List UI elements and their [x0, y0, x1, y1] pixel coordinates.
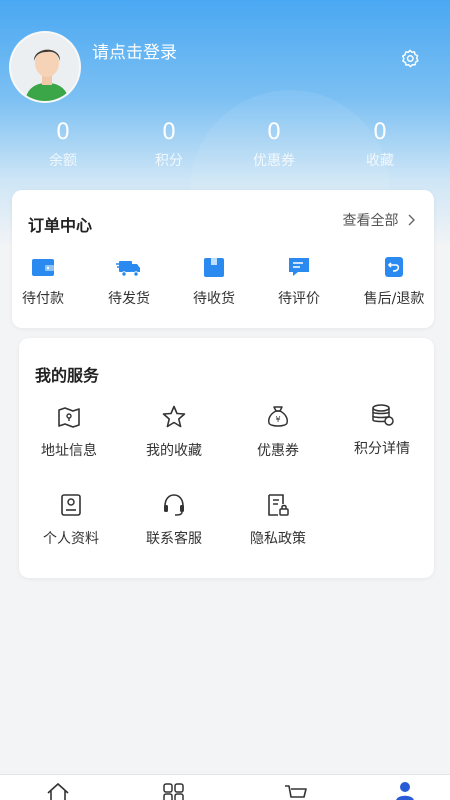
avatar[interactable]: [9, 31, 81, 103]
service-label: 地址信息: [41, 443, 97, 459]
box-icon: [204, 258, 224, 277]
order-pending-review[interactable]: 待评价: [259, 254, 339, 308]
service-label: 优惠券: [257, 443, 299, 459]
view-all-orders-link[interactable]: 查看全部: [343, 210, 416, 230]
order-item-label: 待评价: [278, 291, 320, 307]
stat-value: 0: [56, 120, 70, 145]
service-coupons[interactable]: ¥ 优惠券: [230, 404, 326, 460]
bottom-tab-bar: [0, 774, 450, 800]
order-item-label: 待发货: [108, 291, 150, 307]
service-label: 隐私政策: [250, 531, 306, 547]
stat-favorites[interactable]: 0 收藏: [330, 118, 430, 170]
tab-category[interactable]: [162, 781, 186, 800]
login-prompt[interactable]: 请点击登录: [92, 38, 177, 63]
stat-value: 0: [373, 120, 387, 145]
service-label: 个人资料: [43, 531, 99, 547]
gear-icon: [402, 49, 419, 68]
stat-label: 收藏: [366, 153, 394, 169]
service-privacy-policy[interactable]: 隐私政策: [230, 492, 326, 548]
settings-button[interactable]: [399, 48, 421, 70]
map-icon: [58, 407, 80, 428]
avatar-icon: [11, 33, 79, 101]
service-label: 积分详情: [354, 441, 410, 457]
refund-icon: [385, 257, 403, 277]
service-favorites[interactable]: 我的收藏: [126, 404, 222, 460]
service-points[interactable]: 积分详情: [334, 402, 430, 458]
service-customer-support[interactable]: 联系客服: [126, 492, 222, 548]
order-item-label: 售后/退款: [363, 291, 425, 307]
wallet-icon: [32, 259, 54, 276]
stats-row: 0 余额 0 积分 0 优惠券 0 收藏: [20, 118, 440, 178]
coins-icon: [372, 404, 394, 426]
headset-icon: [164, 494, 184, 516]
view-all-label: 查看全部: [342, 213, 399, 229]
order-item-label: 待收货: [193, 291, 235, 307]
my-services-card: 我的服务 地址信息 我的收藏 ¥ 优惠券 积分详情 个人资料 联系客服 隐私政策: [19, 338, 434, 578]
stat-value: 0: [162, 120, 176, 145]
document-lock-icon: [268, 494, 289, 516]
money-bag-icon: ¥: [268, 406, 288, 427]
profile-card-icon: [61, 494, 81, 516]
truck-icon: [116, 261, 140, 277]
service-label: 联系客服: [146, 531, 202, 547]
service-address[interactable]: 地址信息: [21, 404, 117, 460]
order-pending-shipment[interactable]: 待发货: [89, 254, 169, 308]
service-label: 我的收藏: [146, 443, 202, 459]
order-item-label: 待付款: [22, 291, 64, 307]
chevron-right-icon: [408, 214, 415, 226]
tab-profile[interactable]: [393, 781, 417, 800]
category-icon: [163, 783, 184, 800]
order-pending-payment[interactable]: 待付款: [3, 254, 83, 308]
order-pending-receipt[interactable]: 待收货: [174, 254, 254, 308]
stat-label: 优惠券: [253, 153, 295, 169]
home-icon: [47, 782, 69, 800]
cart-icon: [285, 785, 307, 798]
order-center-title: 订单中心: [28, 216, 93, 235]
order-refund[interactable]: 售后/退款: [354, 254, 434, 308]
order-center-card: 订单中心 查看全部 待付款 待发货 待收货 待评价 售后/退款: [12, 190, 434, 328]
tab-home[interactable]: [46, 781, 70, 800]
service-profile[interactable]: 个人资料: [23, 492, 119, 548]
stat-coupons[interactable]: 0 优惠券: [224, 118, 324, 170]
user-icon: [396, 782, 414, 800]
stat-label: 积分: [155, 153, 183, 169]
stat-value: 0: [267, 120, 281, 145]
svg-text:¥: ¥: [275, 415, 280, 424]
comment-icon: [289, 258, 309, 276]
my-services-title: 我的服务: [35, 366, 100, 385]
star-icon: [162, 405, 186, 428]
stat-balance[interactable]: 0 余额: [13, 118, 113, 170]
stat-points[interactable]: 0 积分: [119, 118, 219, 170]
stat-label: 余额: [49, 153, 77, 169]
tab-cart[interactable]: [284, 781, 308, 800]
